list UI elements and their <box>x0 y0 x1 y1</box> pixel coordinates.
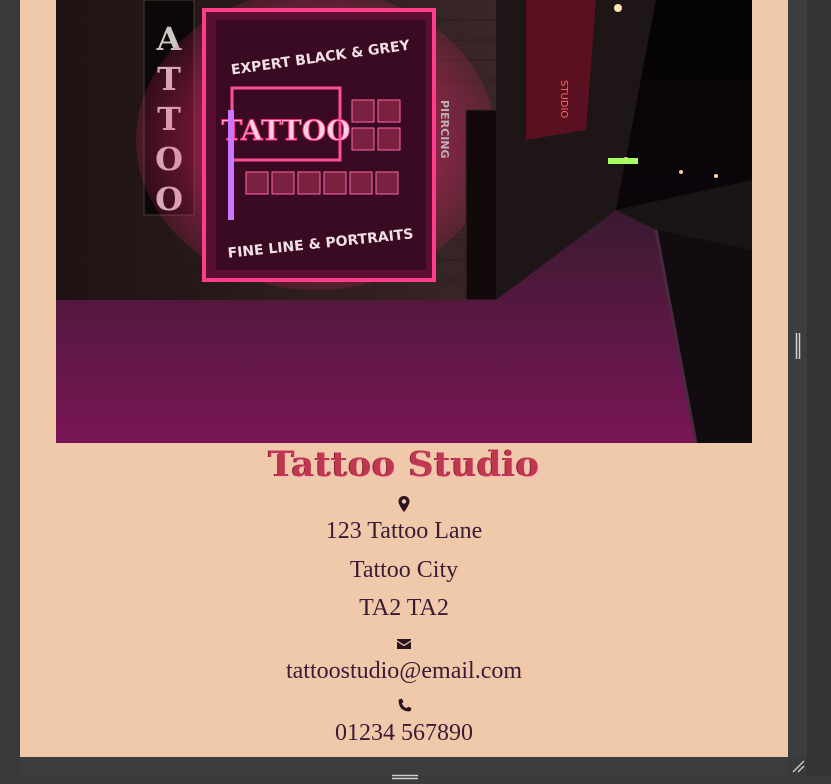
svg-text:STUDIO: STUDIO <box>558 80 569 118</box>
resize-grip-icon[interactable] <box>790 758 806 774</box>
app-viewport: A T T O O EXPERT BLACK & GREY TATTOO <box>0 0 831 780</box>
address-line-1: 123 Tattoo Lane <box>325 518 483 544</box>
window-edge <box>807 0 831 776</box>
address-postcode: TA2 TA2 <box>359 595 449 621</box>
svg-text:PIERCING: PIERCING <box>438 100 451 159</box>
studio-name: Tattoo Studio <box>268 444 540 485</box>
hero-image: A T T O O EXPERT BLACK & GREY TATTOO <box>56 0 752 443</box>
vertical-scrollbar[interactable] <box>788 0 807 757</box>
page-content: A T T O O EXPERT BLACK & GREY TATTOO <box>20 0 788 757</box>
envelope-icon <box>396 636 412 652</box>
address-line-2: Tattoo City <box>349 557 459 583</box>
phone-icon <box>396 698 412 714</box>
phone-link[interactable]: 01234 567890 <box>20 718 788 748</box>
vertical-scroll-handle[interactable] <box>795 333 801 359</box>
horizontal-scroll-handle[interactable] <box>392 765 418 780</box>
svg-text:TATTOO: TATTOO <box>222 114 351 147</box>
storefront-photo: A T T O O EXPERT BLACK & GREY TATTOO <box>56 0 752 443</box>
email-link[interactable]: tattoostudio@email.com <box>20 656 788 686</box>
map-marker-icon <box>396 496 412 512</box>
